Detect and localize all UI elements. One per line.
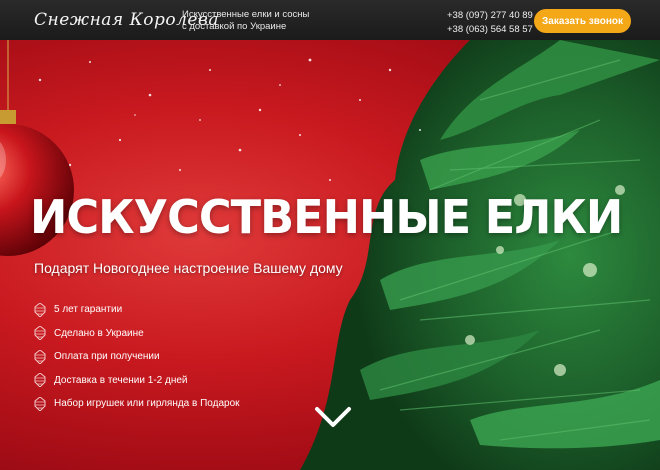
list-item: 5 лет гарантии	[34, 298, 240, 322]
feature-label: Доставка в течении 1-2 дней	[54, 374, 188, 386]
feature-label: 5 лет гарантии	[54, 304, 123, 316]
tagline: Искусственные елки и сосны с доставкой п…	[182, 9, 309, 33]
phone-1[interactable]: +38 (097) 277 40 89	[447, 9, 533, 23]
feature-label: Оплата при получении	[54, 351, 160, 363]
phone-numbers: +38 (097) 277 40 89 +38 (063) 564 58 57	[447, 9, 533, 37]
list-item: Сделано в Украине	[34, 322, 240, 346]
list-item: Оплата при получении	[34, 345, 240, 369]
order-call-button[interactable]: Заказать звонок	[534, 9, 631, 33]
pinecone-icon	[34, 373, 46, 388]
hero-title: ИСКУССТВЕННЫЕ ЕЛКИ	[30, 190, 623, 244]
hero-section: ИСКУССТВЕННЫЕ ЕЛКИ Подарят Новогоднее на…	[0, 40, 660, 470]
phone-2[interactable]: +38 (063) 564 58 57	[447, 23, 533, 37]
list-item: Набор игрушек или гирлянда в Подарок	[34, 392, 240, 416]
pinecone-icon	[34, 302, 46, 317]
site-header: Снежная Королева Искусственные елки и со…	[0, 0, 660, 40]
pinecone-icon	[34, 349, 46, 364]
list-item: Доставка в течении 1-2 дней	[34, 369, 240, 393]
tagline-line-2: с доставкой по Украине	[182, 21, 287, 32]
pinecone-icon	[34, 396, 46, 411]
tagline-line-1: Искусственные елки и сосны	[182, 9, 310, 20]
pinecone-icon	[34, 326, 46, 341]
feature-list: 5 лет гарантии Сделано в Украине Оплата …	[34, 298, 240, 416]
chevron-down-icon[interactable]	[314, 406, 352, 428]
feature-label: Набор игрушек или гирлянда в Подарок	[54, 398, 240, 410]
feature-label: Сделано в Украине	[54, 327, 144, 339]
hero-subtitle: Подарят Новогоднее настроение Вашему дом…	[34, 260, 343, 276]
